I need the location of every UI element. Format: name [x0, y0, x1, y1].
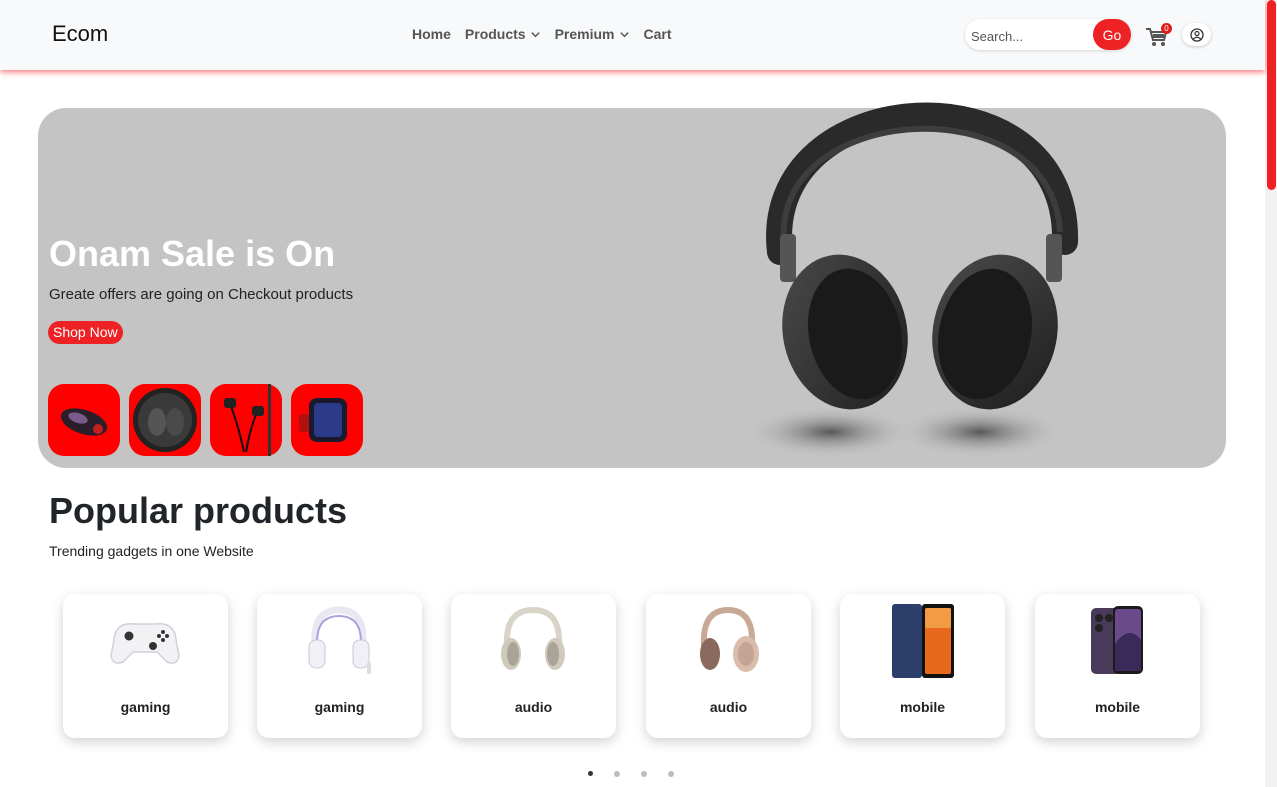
gaming-headset-image: [308, 606, 371, 674]
product-card-label: gaming: [314, 699, 365, 715]
product-card-audio-2[interactable]: audio: [646, 594, 811, 738]
product-card-label: audio: [709, 699, 748, 715]
carousel-pagination: [588, 771, 695, 777]
smartphone-image: [1091, 606, 1143, 674]
cart-button[interactable]: 0: [1145, 23, 1172, 49]
hero-headphones-image: [745, 102, 1079, 458]
over-ear-headphones-image: [700, 606, 759, 672]
search-input[interactable]: [969, 25, 1091, 47]
carousel-dot-4[interactable]: [668, 771, 674, 777]
carousel-dot-3[interactable]: [641, 771, 647, 777]
user-circle-icon: [1189, 27, 1204, 42]
hero-subtitle: Greate offers are going on Checkout prod…: [49, 286, 354, 303]
game-controller-image: [110, 622, 180, 664]
product-card-gaming-controller[interactable]: gaming: [63, 594, 228, 738]
product-card-mobile-1[interactable]: mobile: [840, 594, 1005, 738]
scrollbar-thumb[interactable]: [1267, 0, 1276, 190]
earbuds-case-icon: [60, 408, 108, 436]
brand-logo[interactable]: Ecom: [52, 21, 108, 47]
product-card-audio-1[interactable]: audio: [451, 594, 616, 738]
popular-products-title: Popular products: [49, 490, 348, 531]
chevron-down-icon: [619, 31, 629, 37]
product-card-label: mobile: [1094, 699, 1141, 715]
smartwatch-icon: [299, 398, 347, 442]
chevron-down-icon: [530, 31, 540, 37]
shop-now-button[interactable]: Shop Now: [48, 321, 123, 344]
smartphone-image: [892, 604, 954, 678]
nav-products-label: Products: [464, 26, 526, 42]
product-card-gaming-headset[interactable]: gaming: [257, 594, 422, 738]
product-card-label: gaming: [120, 699, 171, 715]
thumb-earbuds-case[interactable]: [48, 384, 120, 456]
nav-links: Home Products Premium Cart: [412, 26, 686, 42]
page-scrollbar[interactable]: [1265, 0, 1277, 787]
nav-home[interactable]: Home: [412, 26, 451, 42]
product-card-label: mobile: [899, 699, 946, 715]
thumb-tws-earbuds[interactable]: [129, 384, 201, 456]
product-card-label: audio: [514, 699, 553, 715]
hero-title: Onam Sale is On: [49, 233, 336, 274]
cart-count-badge: 0: [1161, 23, 1172, 34]
search-go-button[interactable]: Go: [1093, 19, 1131, 50]
nav-cart[interactable]: Cart: [644, 26, 672, 42]
wired-earphones-icon: [224, 384, 271, 456]
over-ear-headphones-image: [501, 606, 565, 670]
search-box: Go: [965, 19, 1131, 50]
carousel-dot-2[interactable]: [614, 771, 620, 777]
nav-premium-label: Premium: [554, 26, 615, 42]
thumb-wired-earphones[interactable]: [210, 384, 282, 456]
navbar: Ecom Home Products Premium Cart Go 0: [0, 0, 1265, 70]
user-account-button[interactable]: [1182, 23, 1211, 46]
product-card-mobile-2[interactable]: mobile: [1035, 594, 1200, 738]
popular-products-subtitle: Trending gadgets in one Website: [49, 543, 254, 559]
nav-home-label: Home: [412, 26, 451, 42]
carousel-dot-1[interactable]: [588, 771, 593, 776]
nav-products-dropdown[interactable]: Products: [465, 26, 541, 42]
nav-premium-dropdown[interactable]: Premium: [555, 26, 630, 42]
thumb-smartwatch[interactable]: [291, 384, 363, 456]
tws-earbuds-icon: [133, 388, 197, 452]
nav-cart-label: Cart: [643, 26, 672, 42]
